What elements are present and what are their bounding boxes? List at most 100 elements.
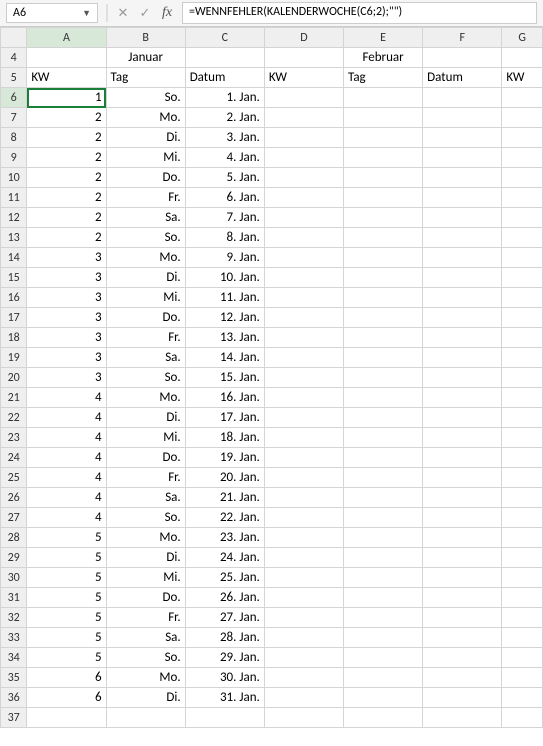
cell[interactable] [264,168,343,188]
cell[interactable] [502,248,543,268]
cell[interactable]: 6. Jan. [185,188,264,208]
cell[interactable] [502,348,543,368]
cell[interactable]: 29. Jan. [185,648,264,668]
cell[interactable]: 19. Jan. [185,448,264,468]
cell[interactable] [423,528,502,548]
cell[interactable]: 11. Jan. [185,288,264,308]
cell[interactable] [502,668,543,688]
cancel-icon[interactable]: ✕ [112,4,134,23]
cell[interactable]: 27. Jan. [185,608,264,628]
cell[interactable] [502,588,543,608]
cell[interactable] [344,388,423,408]
cell[interactable] [264,428,343,448]
fx-icon[interactable]: fx [156,3,178,23]
row-header[interactable]: 9 [1,148,27,168]
cell[interactable]: Di. [106,268,185,288]
cell[interactable] [264,568,343,588]
cell[interactable] [502,688,543,708]
cell[interactable] [423,88,502,108]
cell[interactable]: 30. Jan. [185,668,264,688]
cell[interactable] [344,168,423,188]
row-header[interactable]: 22 [1,408,27,428]
cell[interactable] [502,468,543,488]
cell[interactable] [423,628,502,648]
cell[interactable]: 2 [27,228,106,248]
cell[interactable]: 4 [27,488,106,508]
cell[interactable] [502,208,543,228]
cell[interactable]: Fr. [106,328,185,348]
cell[interactable] [423,228,502,248]
cell[interactable] [502,548,543,568]
cell[interactable] [264,208,343,228]
cell[interactable] [502,708,543,728]
cell[interactable]: 28. Jan. [185,628,264,648]
cell[interactable] [423,108,502,128]
cell[interactable] [423,348,502,368]
cell[interactable] [423,588,502,608]
cell[interactable]: 3 [27,268,106,288]
cell[interactable] [264,648,343,668]
cell[interactable] [502,628,543,648]
cell[interactable]: Sa. [106,628,185,648]
row-header[interactable]: 11 [1,188,27,208]
cell[interactable]: So. [106,648,185,668]
cell[interactable]: 2. Jan. [185,108,264,128]
cell[interactable]: 18. Jan. [185,428,264,448]
cell[interactable]: Datum [185,68,264,88]
cell[interactable] [502,288,543,308]
cell[interactable] [423,268,502,288]
cell[interactable] [344,228,423,248]
cell[interactable]: 3. Jan. [185,128,264,148]
cell[interactable] [423,288,502,308]
cell[interactable] [423,48,502,68]
cell[interactable] [344,208,423,228]
cell[interactable]: Fr. [106,188,185,208]
cell[interactable] [502,128,543,148]
cell[interactable]: 3 [27,328,106,348]
cell[interactable]: Mo. [106,108,185,128]
cell[interactable] [344,248,423,268]
confirm-icon[interactable]: ✓ [134,4,156,23]
row-header[interactable]: 13 [1,228,27,248]
cell[interactable] [344,548,423,568]
cell[interactable] [264,128,343,148]
cell[interactable]: Do. [106,588,185,608]
cell[interactable] [264,308,343,328]
cell[interactable]: Do. [106,168,185,188]
row-header[interactable]: 31 [1,588,27,608]
cell[interactable]: Mo. [106,388,185,408]
cell[interactable]: Sa. [106,208,185,228]
cell[interactable] [344,568,423,588]
row-header[interactable]: 6 [1,88,27,108]
cell[interactable] [502,528,543,548]
cell[interactable] [344,528,423,548]
row-header[interactable]: 36 [1,688,27,708]
cell[interactable]: Mi. [106,148,185,168]
row-header[interactable]: 19 [1,348,27,368]
row-header[interactable]: 37 [1,708,27,728]
cell[interactable] [344,288,423,308]
cell[interactable] [264,528,343,548]
cell[interactable] [344,328,423,348]
row-header[interactable]: 14 [1,248,27,268]
cell[interactable]: 3 [27,288,106,308]
cell[interactable] [502,408,543,428]
cell[interactable]: 3 [27,308,106,328]
cell[interactable]: 6 [27,688,106,708]
cell[interactable]: 15. Jan. [185,368,264,388]
cell[interactable] [423,308,502,328]
cell[interactable]: 5 [27,548,106,568]
cell[interactable] [264,468,343,488]
cell[interactable]: 4. Jan. [185,148,264,168]
cell[interactable]: 6 [27,668,106,688]
cell[interactable]: Februar [344,48,423,68]
cell[interactable] [344,128,423,148]
cell[interactable] [423,488,502,508]
col-header-D[interactable]: D [264,28,343,48]
row-header[interactable]: 20 [1,368,27,388]
cell[interactable]: Di. [106,548,185,568]
row-header[interactable]: 4 [1,48,27,68]
cell[interactable] [264,588,343,608]
cell[interactable]: Di. [106,688,185,708]
cell[interactable] [423,648,502,668]
